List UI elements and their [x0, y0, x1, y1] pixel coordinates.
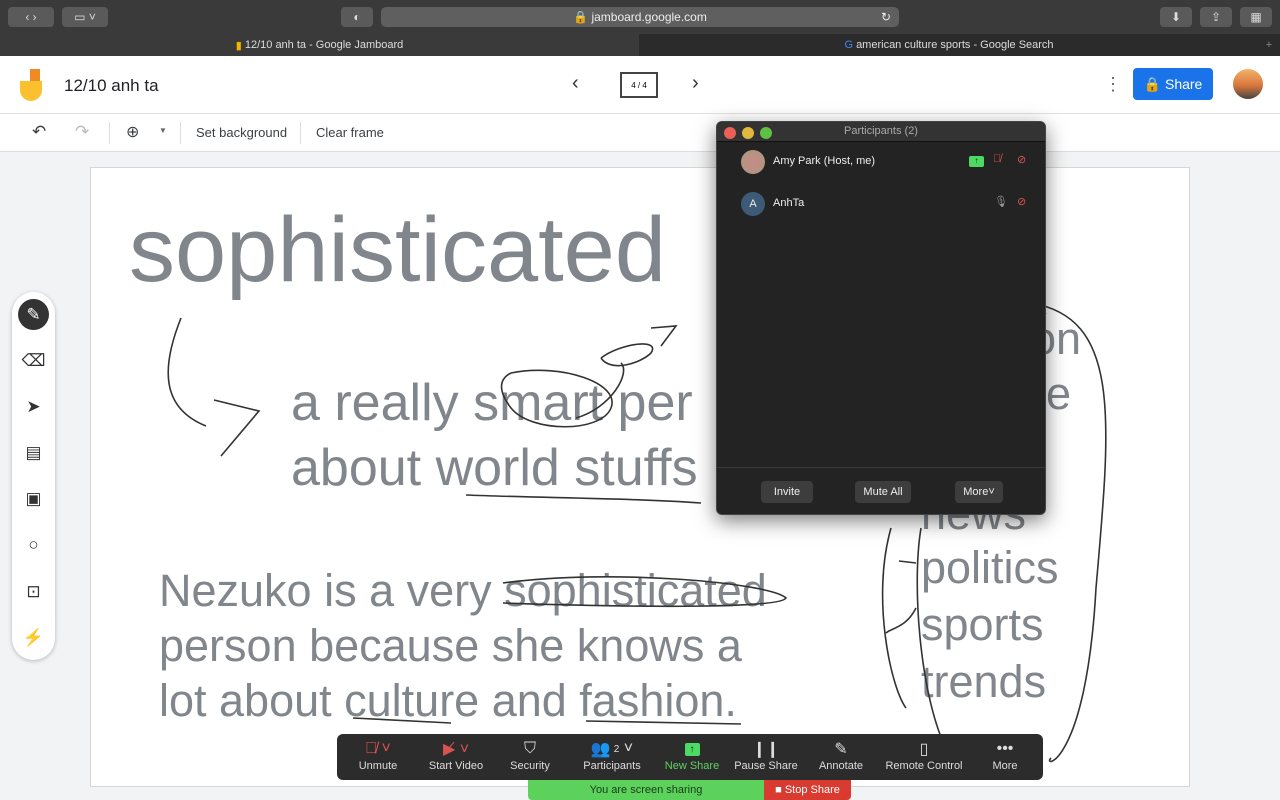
invite-button[interactable]: Invite [761, 481, 813, 503]
sticky-note-icon[interactable]: ▤ [18, 437, 49, 468]
pause-icon: ❙❙ [752, 741, 780, 758]
tab-label: american culture sports - Google Search [856, 39, 1054, 51]
circle-shape-icon[interactable]: ○ [18, 529, 49, 560]
participant-row[interactable]: Amy Park (Host, me) ↑ 🎙̸ ⊘ [717, 145, 1047, 179]
mouse-icon: ▯ [919, 741, 929, 758]
tab-label: 12/10 anh ta - Google Jamboard [244, 39, 404, 51]
mute-all-button[interactable]: Mute All [855, 481, 911, 503]
more-options-icon[interactable]: ⋮ [1104, 74, 1122, 95]
set-background-button[interactable]: Set background [196, 125, 287, 140]
user-avatar[interactable] [1233, 69, 1263, 99]
window-titlebar: Participants (2) [717, 122, 1045, 142]
editing-toolbar: ↶ ↷ ⊕ ▼ Set background Clear frame [0, 114, 1280, 152]
more-button[interactable]: More ˅ [955, 481, 1003, 503]
jam-title[interactable]: 12/10 anh ta [64, 76, 159, 96]
more-dots-icon: ••• [996, 740, 1014, 757]
lock-icon: 🔒 [573, 10, 592, 24]
muted-mic-icon[interactable]: 🎙̸ [993, 153, 1001, 165]
eraser-tool-icon[interactable]: ⌫ [18, 345, 49, 376]
participant-row[interactable]: A AnhTa 🎙 ⊘ [717, 187, 1047, 221]
url-bar[interactable]: 🔒 jamboard.google.com ↻ [381, 7, 899, 27]
prev-frame-button[interactable]: ‹ [572, 72, 579, 95]
redo-icon[interactable]: ↷ [75, 122, 89, 142]
unmute-button[interactable]: 🎙̸ ˅ Unmute [347, 738, 409, 772]
text-box-icon[interactable]: ⊡ [18, 576, 49, 607]
pause-share-button[interactable]: ❙❙ Pause Share [731, 738, 801, 772]
undo-icon[interactable]: ↶ [32, 122, 46, 142]
tab-overview-icon[interactable]: ▦ [1240, 7, 1272, 27]
zoom-icon[interactable]: ⊕ [126, 122, 139, 142]
next-frame-button[interactable]: › [692, 72, 699, 95]
screen-sharing-bar: You are screen sharing ■ Stop Share [528, 780, 851, 800]
participant-name: AnhTa [773, 197, 805, 209]
avatar: A [741, 192, 765, 216]
image-icon[interactable]: ▣ [18, 483, 49, 514]
start-video-button[interactable]: ▶̸ ˅ Start Video [421, 738, 491, 772]
pencil-icon: ✎ [834, 741, 848, 758]
browser-toolbar: ‹ › ▭ ˅ ◐ 🔒 jamboard.google.com ↻ ⬇ ⇪ ▦ [0, 0, 1280, 34]
participants-icon: 👥 2 ˅ [590, 740, 634, 758]
download-icon[interactable]: ⬇ [1160, 7, 1192, 27]
select-tool-icon[interactable]: ➤ [18, 391, 49, 422]
share-icon[interactable]: ⇪ [1200, 7, 1232, 27]
sharing-status[interactable]: You are screen sharing [528, 780, 764, 800]
sharing-icon: ↑ [969, 156, 984, 167]
tab-jamboard[interactable]: ▮ 12/10 anh ta - Google Jamboard [0, 34, 639, 56]
participants-button[interactable]: 👥 2 ˅ Participants [575, 738, 649, 772]
participants-window: Participants (2) Amy Park (Host, me) ↑ 🎙… [716, 121, 1046, 515]
url-text: jamboard.google.com [591, 10, 707, 24]
laser-icon[interactable]: ⚡ [18, 622, 49, 653]
jamboard-header: 12/10 anh ta ‹ 4 / 4 › ⋮ 🔒 Share [0, 56, 1280, 114]
video-off-icon[interactable]: ⊘ [1017, 195, 1026, 208]
new-share-icon: ↑ [661, 738, 723, 760]
avatar [741, 150, 765, 174]
clear-frame-button[interactable]: Clear frame [316, 125, 384, 140]
muted-mic-icon: 🎙̸ ˅ [365, 740, 391, 757]
participant-name: Amy Park (Host, me) [773, 155, 876, 167]
zoom-dropdown-icon[interactable]: ▼ [159, 126, 167, 135]
more-button[interactable]: ••• More [981, 738, 1029, 772]
tab-google-search[interactable]: G american culture sports - Google Searc… [640, 34, 1258, 56]
lock-icon: 🔒 [1143, 75, 1165, 92]
reload-icon[interactable]: ↻ [881, 10, 891, 24]
zoom-meeting-controls: 🎙̸ ˅ Unmute ▶̸ ˅ Start Video ⛉ Security 👥 2 … [337, 734, 1043, 780]
back-forward-buttons[interactable]: ‹ › [8, 7, 54, 27]
video-off-icon: ▶̸ ˅ [442, 741, 470, 758]
privacy-shield-icon[interactable]: ◐ [341, 7, 373, 27]
new-tab-button[interactable]: + [1258, 34, 1280, 56]
shield-icon: ⛉ [523, 740, 536, 757]
frame-counter[interactable]: 4 / 4 [620, 72, 658, 98]
mic-icon[interactable]: 🎙 [994, 195, 1008, 208]
window-title: Participants (2) [844, 125, 918, 137]
new-share-button[interactable]: ↑ New Share [661, 738, 723, 772]
remote-control-button[interactable]: ▯ Remote Control [881, 738, 967, 772]
stop-share-button[interactable]: ■ Stop Share [764, 780, 851, 800]
tab-bar: ▮ 12/10 anh ta - Google Jamboard G ameri… [0, 34, 1280, 56]
video-off-icon[interactable]: ⊘ [1017, 153, 1026, 166]
stop-icon: ■ [775, 784, 785, 796]
sidebar-toggle-button[interactable]: ▭ ˅ [62, 7, 108, 27]
security-button[interactable]: ⛉ Security [503, 738, 557, 772]
side-toolbar: ✎ ⌫ ➤ ▤ ▣ ○ ⊡ ⚡ [12, 292, 55, 660]
share-button[interactable]: 🔒 Share [1133, 68, 1213, 100]
jamboard-logo [20, 69, 44, 101]
annotate-button[interactable]: ✎ Annotate [811, 738, 871, 772]
pen-tool-icon[interactable]: ✎ [18, 299, 49, 330]
